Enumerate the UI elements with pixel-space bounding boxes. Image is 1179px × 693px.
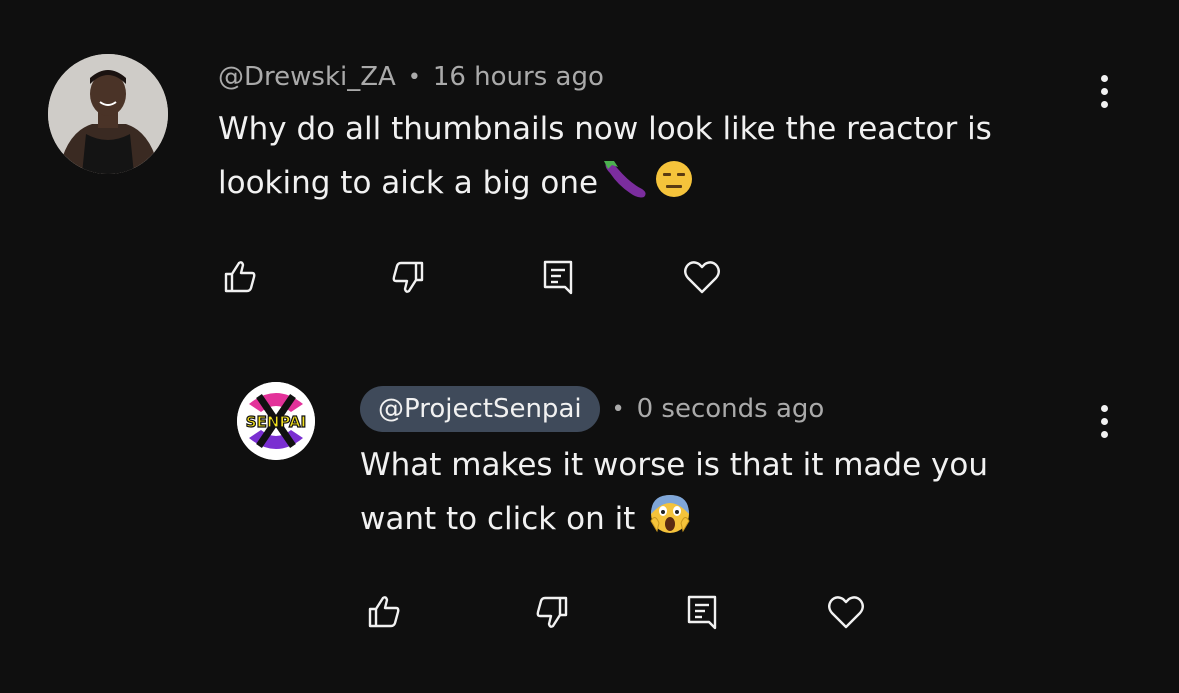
reply-button[interactable] [680,590,724,634]
avatar[interactable]: SENPAI [237,382,315,460]
reply-actions [362,590,882,634]
like-button[interactable] [362,590,406,634]
like-button[interactable] [218,255,262,299]
heart-icon [684,261,720,294]
reply-author-pill[interactable]: @ProjectSenpai [360,386,600,432]
face-screaming-in-fear-emoji [649,493,691,552]
avatar[interactable] [48,54,168,174]
comment-text-line1: Why do all thumbnails now look like the … [218,111,992,147]
expressionless-face-emoji [654,159,694,216]
dislike-icon [392,261,424,293]
comment-meta: @Drewski_ZA • 16 hours ago [218,58,604,96]
dislike-button[interactable] [386,255,430,299]
meta-separator: • [611,396,625,422]
comment-author[interactable]: @Drewski_ZA [218,62,396,92]
comment-text-line2: looking to aick a big one [218,165,599,201]
reply-button[interactable] [536,255,580,299]
comment-timestamp[interactable]: 16 hours ago [433,62,604,92]
reply-text-line1: What makes it worse is that it made you [360,447,988,483]
eggplant-emoji [602,159,650,216]
heart-button[interactable] [680,255,724,299]
like-icon [224,261,256,293]
like-icon [368,596,400,628]
reply-text-line2: want to click on it [360,501,636,537]
dislike-button[interactable] [530,590,574,634]
comments-section: @Drewski_ZA • 16 hours ago Why do all th… [0,0,1179,693]
svg-text:SENPAI: SENPAI [246,413,306,431]
heart-icon [828,596,864,629]
user-photo [48,54,168,174]
reply-timestamp[interactable]: 0 seconds ago [637,394,825,424]
reply-icon [687,595,717,630]
reply-icon [543,260,573,295]
comment-actions [218,255,738,299]
comment-text: Why do all thumbnails now look like the … [218,102,992,216]
dislike-icon [536,596,568,628]
more-vertical-icon[interactable] [1089,396,1119,446]
more-vertical-icon[interactable] [1089,66,1119,116]
reply-meta: @ProjectSenpai • 0 seconds ago [360,386,824,432]
heart-button[interactable] [824,590,868,634]
meta-separator: • [407,64,421,90]
senpai-logo: SENPAI [237,382,315,460]
reply-text: What makes it worse is that it made you … [360,438,988,552]
